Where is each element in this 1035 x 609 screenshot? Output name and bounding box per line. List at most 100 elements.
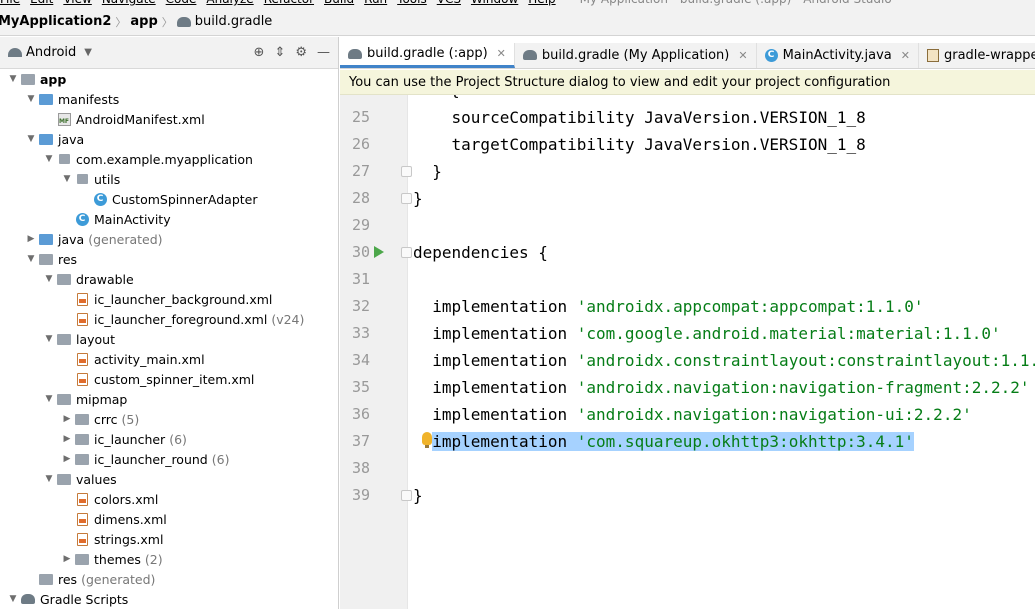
- breadcrumb-project[interactable]: MyApplication2: [0, 14, 115, 29]
- gear-icon[interactable]: ⚙: [295, 45, 307, 60]
- class-icon: C: [75, 212, 89, 226]
- tab-label: build.gradle (My Application): [541, 47, 730, 63]
- menu-item[interactable]: VCS: [437, 0, 461, 6]
- tree-item[interactable]: ▼ drawable: [0, 269, 338, 289]
- menu-item[interactable]: Window: [471, 0, 518, 6]
- string-literal: 'androidx.appcompat:appcompat:1.1.0': [576, 297, 924, 316]
- collapse-arrow-icon[interactable]: ▶: [24, 234, 38, 244]
- locate-icon[interactable]: ⊕: [254, 45, 265, 60]
- tree-item-label: MainActivity: [94, 211, 171, 227]
- close-icon[interactable]: ✕: [901, 49, 910, 62]
- menu-item[interactable]: View: [63, 0, 91, 6]
- expand-arrow-icon[interactable]: ▼: [42, 274, 56, 284]
- project-tool-window-header: Android ▼ ⊕ ⇕ ⚙ —: [0, 37, 338, 69]
- tree-item-label: dimens.xml: [94, 511, 167, 527]
- code-line: 39}: [340, 482, 1035, 509]
- tree-item-note: (2): [144, 551, 163, 567]
- editor-tab[interactable]: C MainActivity.java ✕: [757, 43, 919, 68]
- tree-item-label: app: [40, 71, 67, 87]
- fold-marker-icon[interactable]: [401, 490, 412, 501]
- tree-item-icon: MF: [56, 112, 72, 126]
- editor-tab[interactable]: gradle-wrapper.properties: [919, 43, 1035, 68]
- code-text: implementation 'androidx.appcompat:appco…: [413, 293, 924, 320]
- menu-item[interactable]: File: [0, 0, 20, 6]
- expand-arrow-icon[interactable]: ▼: [42, 474, 56, 484]
- hide-icon[interactable]: —: [317, 45, 330, 60]
- expand-arrow-icon[interactable]: ▼: [6, 594, 20, 604]
- tree-item-label: java: [58, 231, 85, 247]
- tree-item[interactable]: dimens.xml: [0, 509, 338, 529]
- expand-arrow-icon[interactable]: ▼: [24, 94, 38, 104]
- tree-item[interactable]: res (generated): [0, 569, 338, 589]
- breadcrumb-file[interactable]: build.gradle: [173, 14, 272, 29]
- code-line: 33 implementation 'com.google.android.ma…: [340, 320, 1035, 347]
- menu-item[interactable]: Navigate: [102, 0, 156, 6]
- folder-icon: [75, 553, 89, 565]
- tree-item[interactable]: ▼ java: [0, 129, 338, 149]
- expand-arrow-icon[interactable]: ▼: [60, 174, 74, 184]
- expand-arrow-icon[interactable]: ▼: [42, 334, 56, 344]
- tree-item[interactable]: custom_spinner_item.xml: [0, 369, 338, 389]
- tree-item[interactable]: activity_main.xml: [0, 349, 338, 369]
- code-token: }: [413, 189, 423, 208]
- tree-item[interactable]: C CustomSpinnerAdapter: [0, 189, 338, 209]
- tree-item[interactable]: ▼ Gradle Scripts: [0, 589, 338, 609]
- expand-arrow-icon[interactable]: ▼: [6, 74, 20, 84]
- tree-item[interactable]: ic_launcher_background.xml: [0, 289, 338, 309]
- code-line: 36 implementation 'androidx.navigation:n…: [340, 401, 1035, 428]
- tree-item-label: layout: [76, 331, 116, 347]
- fold-marker-icon[interactable]: [401, 193, 412, 204]
- tree-item[interactable]: ▶ crrc (5): [0, 409, 338, 429]
- tree-item-note: (5): [121, 411, 140, 427]
- tree-item[interactable]: ▶ themes (2): [0, 549, 338, 569]
- close-icon[interactable]: ✕: [497, 47, 506, 60]
- code-token: implementation: [432, 297, 577, 316]
- tree-item[interactable]: colors.xml: [0, 489, 338, 509]
- collapse-all-icon[interactable]: ⇕: [274, 45, 285, 60]
- tree-item-note: (generated): [88, 231, 163, 247]
- expand-arrow-icon[interactable]: ▼: [24, 254, 38, 264]
- tree-item[interactable]: MF AndroidManifest.xml: [0, 109, 338, 129]
- tree-item[interactable]: C MainActivity: [0, 209, 338, 229]
- menu-item[interactable]: Run: [364, 0, 387, 6]
- fold-marker-icon[interactable]: [401, 166, 412, 177]
- tree-item[interactable]: ▼ layout: [0, 329, 338, 349]
- tree-item[interactable]: ▼ manifests: [0, 89, 338, 109]
- collapse-arrow-icon[interactable]: ▶: [60, 434, 74, 444]
- tree-item-label: java: [58, 131, 85, 147]
- tree-item[interactable]: ▼ utils: [0, 169, 338, 189]
- collapse-arrow-icon[interactable]: ▶: [60, 554, 74, 564]
- code-text: targetCompatibility JavaVersion.VERSION_…: [413, 131, 866, 158]
- editor-tab[interactable]: build.gradle (My Application) ✕: [515, 43, 757, 68]
- tree-item[interactable]: ▼ mipmap: [0, 389, 338, 409]
- expand-arrow-icon[interactable]: ▼: [42, 394, 56, 404]
- collapse-arrow-icon[interactable]: ▶: [60, 414, 74, 424]
- tree-item[interactable]: ▼ com.example.myapplication: [0, 149, 338, 169]
- tree-item[interactable]: ▼ app: [0, 69, 338, 89]
- menu-item[interactable]: Analyze: [206, 0, 253, 6]
- tree-item[interactable]: ▼ res: [0, 249, 338, 269]
- editor-tab[interactable]: build.gradle (:app) ✕: [340, 43, 515, 68]
- breadcrumb-module[interactable]: app: [126, 14, 161, 29]
- menu-item[interactable]: Build: [324, 0, 354, 6]
- tree-item[interactable]: ▼ values: [0, 469, 338, 489]
- menu-item[interactable]: Refactor: [264, 0, 314, 6]
- code-editor[interactable]: { 25 sourceCompatibility JavaVersion.VER…: [340, 95, 1035, 609]
- tree-item[interactable]: ▶ ic_launcher_round (6): [0, 449, 338, 469]
- tree-item[interactable]: ▶ ic_launcher (6): [0, 429, 338, 449]
- menu-item[interactable]: Tools: [397, 0, 427, 6]
- run-gutter-icon[interactable]: [374, 246, 384, 258]
- tree-item[interactable]: strings.xml: [0, 529, 338, 549]
- expand-arrow-icon[interactable]: ▼: [24, 134, 38, 144]
- tree-item-label: mipmap: [76, 391, 128, 407]
- tree-item[interactable]: ic_launcher_foreground.xml (v24): [0, 309, 338, 329]
- fold-marker-icon[interactable]: [401, 247, 412, 258]
- menu-item[interactable]: Code: [166, 0, 197, 6]
- project-view-selector[interactable]: Android ▼: [8, 45, 92, 60]
- expand-arrow-icon[interactable]: ▼: [42, 154, 56, 164]
- menu-item[interactable]: Help: [528, 0, 555, 6]
- tree-item[interactable]: ▶ java (generated): [0, 229, 338, 249]
- close-icon[interactable]: ✕: [738, 49, 747, 62]
- menu-item[interactable]: Edit: [30, 0, 53, 6]
- collapse-arrow-icon[interactable]: ▶: [60, 454, 74, 464]
